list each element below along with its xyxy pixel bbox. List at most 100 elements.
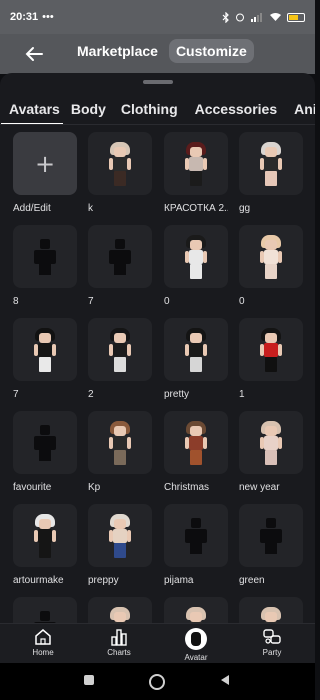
- avatar-thumbnail[interactable]: +: [13, 132, 77, 195]
- avatar-label: 2: [88, 389, 94, 400]
- avatar-thumbnail[interactable]: [239, 597, 303, 623]
- nav-party-label: Party: [262, 648, 282, 657]
- avatar-thumbnail[interactable]: [164, 411, 228, 474]
- avatar-figure: [109, 327, 131, 372]
- avatar-label: pretty: [164, 389, 190, 400]
- avatar-tile[interactable]: 2: [88, 318, 152, 400]
- status-time: 20:31: [10, 11, 39, 23]
- avatar-thumbnail[interactable]: [239, 132, 303, 195]
- avatar-label: 7: [88, 296, 94, 307]
- nav-avatar-label: Avatar: [184, 653, 208, 662]
- avatar-tile[interactable]: pijama: [164, 504, 228, 586]
- avatar-thumbnail[interactable]: [88, 318, 152, 381]
- avatar-thumbnail[interactable]: [164, 597, 228, 623]
- avatar-thumbnail[interactable]: [164, 225, 228, 288]
- avatar-label: 1: [239, 389, 245, 400]
- back-triangle-icon[interactable]: [218, 673, 232, 687]
- nav-home-label: Home: [32, 648, 54, 657]
- avatar-tile[interactable]: k: [88, 132, 152, 214]
- avatar-tile[interactable]: pretty: [164, 318, 228, 400]
- avatar-thumbnail[interactable]: [164, 318, 228, 381]
- tab-avatars[interactable]: Avatars: [1, 99, 63, 125]
- bar-chart-icon: [111, 629, 127, 646]
- customize-sheet: Avatars Body Clothing Accessories Anim +…: [0, 73, 315, 623]
- avatar-thumbnail[interactable]: [239, 411, 303, 474]
- avatar-label: preppy: [88, 575, 119, 586]
- avatar-thumbnail[interactable]: [88, 132, 152, 195]
- avatar-silhouette-icon: [258, 517, 284, 554]
- tab-animations[interactable]: Anim: [294, 99, 315, 125]
- avatar-tile[interactable]: Christmas: [164, 411, 228, 493]
- system-nav-bar: [0, 663, 315, 700]
- avatar-tile[interactable]: 0: [239, 225, 303, 307]
- avatar-label: green: [239, 575, 265, 586]
- avatar-tile[interactable]: [239, 597, 303, 623]
- avatar-figure: [34, 513, 56, 558]
- avatar-tile[interactable]: 0: [164, 225, 228, 307]
- avatar-figure: [185, 234, 207, 279]
- avatar-tile[interactable]: КРАСОТКА 2...: [164, 132, 228, 214]
- avatar-label: Add/Edit: [13, 203, 51, 214]
- recents-square-icon[interactable]: [82, 673, 96, 687]
- avatar-thumbnail[interactable]: [13, 318, 77, 381]
- avatar-tile[interactable]: 7: [88, 225, 152, 307]
- tab-body[interactable]: Body: [71, 99, 106, 125]
- add-edit-avatar-tile[interactable]: + Add/Edit: [13, 132, 77, 214]
- avatar-tile[interactable]: 7: [13, 318, 77, 400]
- avatar-thumbnail[interactable]: [164, 504, 228, 567]
- avatar-tile[interactable]: new year: [239, 411, 303, 493]
- avatar-tile[interactable]: Kp: [88, 411, 152, 493]
- avatar-figure: [185, 327, 207, 372]
- avatar-thumbnail[interactable]: [88, 597, 152, 623]
- arrow-left-icon[interactable]: [22, 42, 46, 66]
- avatar-tile[interactable]: favourite: [13, 411, 77, 493]
- home-circle-icon[interactable]: [148, 673, 166, 691]
- bottom-nav: Home Charts Avatar Party: [0, 623, 315, 663]
- nav-avatar[interactable]: Avatar: [166, 628, 226, 662]
- avatar-tile[interactable]: 1: [239, 318, 303, 400]
- avatar-tile[interactable]: green: [239, 504, 303, 586]
- avatar-label: 0: [239, 296, 245, 307]
- tab-clothing[interactable]: Clothing: [121, 99, 178, 125]
- avatar-figure: [260, 141, 282, 186]
- nav-charts-label: Charts: [107, 648, 131, 657]
- tabs-divider: [0, 124, 315, 125]
- avatar-thumbnail[interactable]: [13, 225, 77, 288]
- avatar-thumbnail[interactable]: [239, 318, 303, 381]
- avatar-figure: [260, 327, 282, 372]
- avatar-tile[interactable]: [13, 597, 77, 623]
- avatar-tile[interactable]: gg: [239, 132, 303, 214]
- tab-accessories[interactable]: Accessories: [195, 99, 278, 125]
- nav-party[interactable]: Party: [242, 628, 302, 657]
- avatar-silhouette-icon: [183, 517, 209, 554]
- avatar-thumbnail[interactable]: [239, 225, 303, 288]
- avatar-figure: [109, 606, 131, 623]
- avatar-thumbnail[interactable]: [13, 411, 77, 474]
- avatar-label: 0: [164, 296, 170, 307]
- avatar-thumbnail[interactable]: [164, 132, 228, 195]
- avatar-thumbnail[interactable]: [88, 411, 152, 474]
- nav-home[interactable]: Home: [13, 628, 73, 657]
- avatar-thumbnail[interactable]: [239, 504, 303, 567]
- avatar-label: Kp: [88, 482, 101, 493]
- avatar-silhouette-icon: [32, 238, 58, 275]
- avatar-label: Christmas: [164, 482, 210, 493]
- nav-charts[interactable]: Charts: [89, 628, 149, 657]
- avatar-tile[interactable]: preppy: [88, 504, 152, 586]
- avatar-icon: [185, 628, 207, 650]
- avatar-figure: [185, 141, 207, 186]
- avatar-label: pijama: [164, 575, 194, 586]
- avatar-tile[interactable]: [88, 597, 152, 623]
- status-icons: [222, 11, 305, 23]
- avatar-tile[interactable]: [164, 597, 228, 623]
- tab-marketplace[interactable]: Marketplace: [70, 39, 165, 63]
- status-notification-dots: •••: [42, 11, 54, 23]
- avatar-thumbnail[interactable]: [88, 225, 152, 288]
- avatar-tile[interactable]: artourmake: [13, 504, 77, 586]
- avatar-thumbnail[interactable]: [13, 504, 77, 567]
- avatar-tile[interactable]: 8: [13, 225, 77, 307]
- tab-customize[interactable]: Customize: [168, 39, 254, 63]
- sheet-drag-handle[interactable]: [143, 80, 173, 84]
- avatar-thumbnail[interactable]: [13, 597, 77, 623]
- avatar-thumbnail[interactable]: [88, 504, 152, 567]
